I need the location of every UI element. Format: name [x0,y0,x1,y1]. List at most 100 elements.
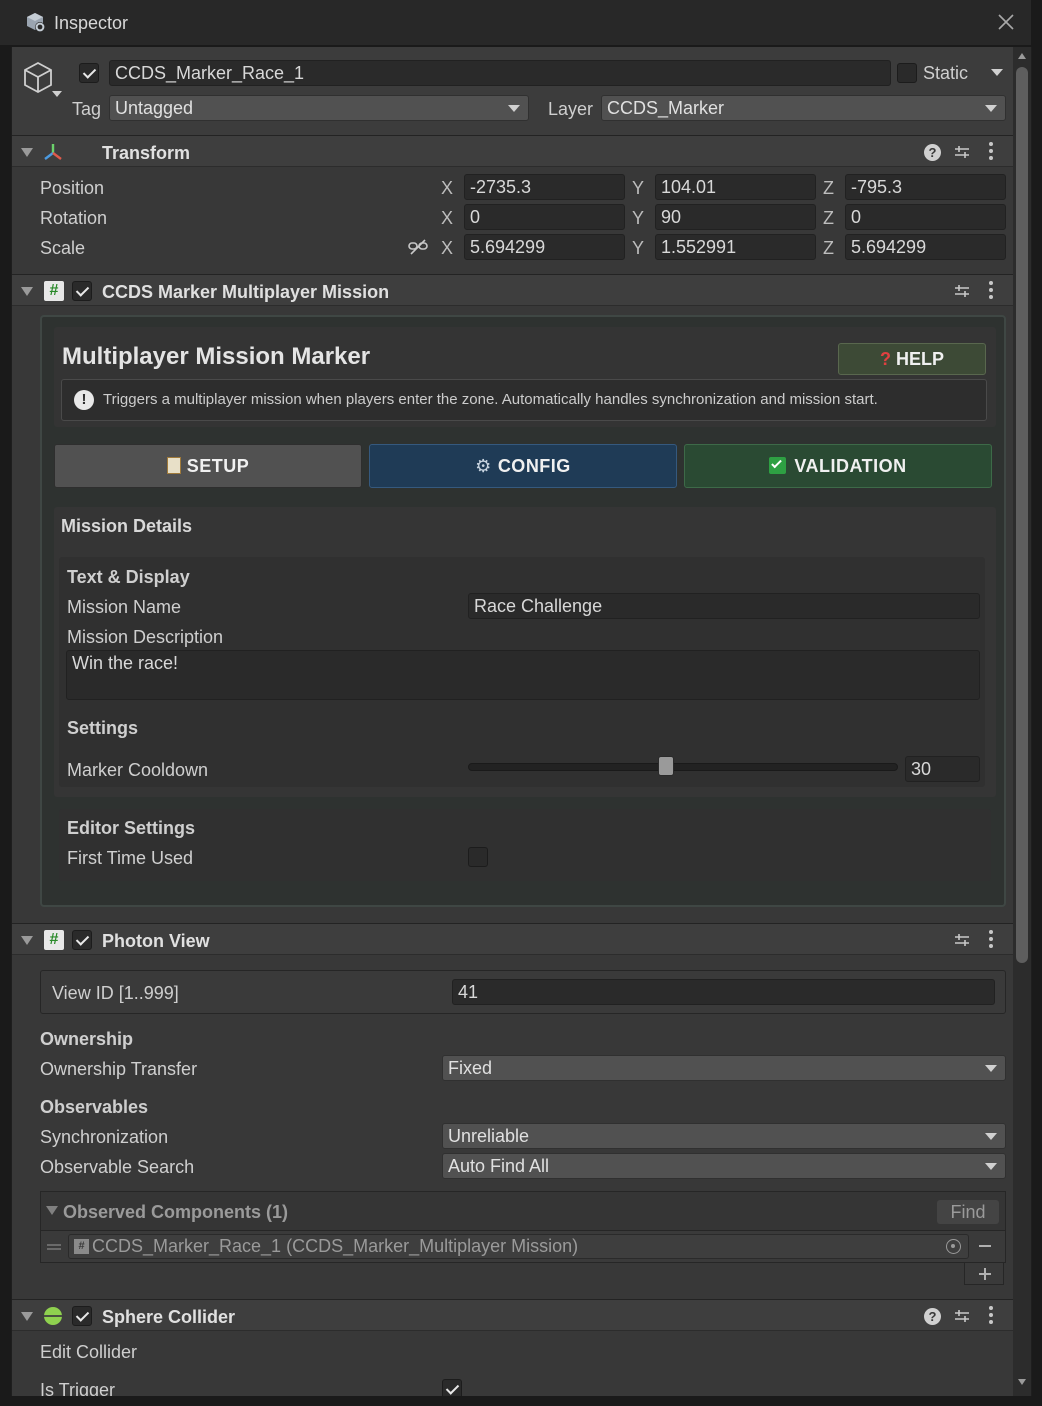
info-icon: ! [74,390,94,410]
tab-config[interactable]: ⚙ CONFIG [369,444,677,488]
presets-icon[interactable] [953,282,971,300]
foldout-arrow-icon[interactable] [46,1206,58,1215]
observed-components-header[interactable]: Observed Components (1) Find [40,1191,1006,1231]
more-options-icon[interactable] [989,281,993,302]
cooldown-slider-thumb[interactable] [657,756,674,776]
photon-view-header[interactable]: # Photon View [12,923,1031,955]
position-x-field[interactable]: -2735.3 [464,174,625,200]
marker-cooldown-label: Marker Cooldown [67,760,209,780]
synchronization-dropdown[interactable]: Unreliable [442,1123,1006,1149]
axis-x-label: X [441,178,454,198]
tab-validation[interactable]: VALIDATION [684,444,992,488]
presets-icon[interactable] [953,931,971,949]
editor-settings-section: Editor Settings First Time Used [59,809,991,881]
mission-component-header[interactable]: # CCDS Marker Multiplayer Mission [12,274,1031,306]
find-button[interactable]: Find [937,1200,999,1224]
axis-z-label: Z [823,208,834,228]
sphere-collider-title: Sphere Collider [102,1307,236,1327]
mission-panel-title: Multiplayer Mission Marker [62,343,371,370]
add-item-button[interactable] [964,1263,1004,1285]
foldout-arrow-icon[interactable] [21,936,33,945]
more-options-icon[interactable] [989,1306,993,1327]
photon-enabled-checkbox[interactable] [72,930,92,950]
info-message: ! Triggers a multiplayer mission when pl… [61,379,987,421]
checkmark-icon [769,457,787,474]
mission-details-title: Mission Details [61,516,193,536]
mission-description-textarea[interactable]: Win the race! [66,650,980,700]
more-options-icon[interactable] [989,142,993,163]
rotation-x-field[interactable]: 0 [464,204,625,230]
icon-dropdown-chevron-icon[interactable] [52,91,62,97]
mission-details-section: Mission Details Text & Display Mission N… [54,507,996,797]
sphere-enabled-checkbox[interactable] [72,1306,92,1326]
ownership-transfer-label: Ownership Transfer [40,1059,198,1079]
cooldown-value-field[interactable]: 30 [905,756,980,782]
info-message-text: Triggers a multiplayer mission when play… [103,391,878,408]
scroll-down-icon[interactable] [1018,1379,1026,1385]
is-trigger-label: Is Trigger [40,1380,116,1396]
observable-search-dropdown[interactable]: Auto Find All [442,1153,1006,1179]
scrollbar-track[interactable] [1013,47,1031,1396]
foldout-arrow-icon[interactable] [21,148,33,157]
object-picker-icon[interactable] [946,1239,961,1254]
more-options-icon[interactable] [989,930,993,951]
presets-icon[interactable] [953,1307,971,1325]
cooldown-slider-track[interactable] [468,763,898,771]
transform-icon [44,144,62,160]
transform-header[interactable]: Transform ? [12,135,1031,167]
object-active-checkbox[interactable] [79,63,99,83]
static-checkbox[interactable] [897,63,917,83]
constrain-proportions-icon[interactable] [408,238,428,256]
axis-y-label: Y [632,178,645,198]
inspector-icon [27,13,45,32]
static-dropdown-chevron-icon[interactable] [991,69,1003,76]
gear-icon: ⚙ [475,456,492,476]
tag-dropdown[interactable]: Untagged [109,95,529,121]
help-icon[interactable]: ? [924,144,941,161]
help-icon[interactable]: ? [924,1308,941,1325]
object-header: CCDS_Marker_Race_1 Static Tag Untagged L… [12,47,1031,135]
position-y-field[interactable]: 104.01 [655,174,816,200]
scrollbar-thumb[interactable] [1016,67,1028,963]
drag-handle-icon[interactable] [47,1244,61,1246]
rotation-y-field[interactable]: 90 [655,204,816,230]
foldout-arrow-icon[interactable] [21,1312,33,1321]
axis-x-label: X [441,238,454,258]
inspector-titlebar: Inspector [0,0,1031,46]
rotation-z-field[interactable]: 0 [845,204,1006,230]
gameobject-cube-icon[interactable] [22,60,56,98]
scale-y-field[interactable]: 1.552991 [655,234,816,260]
foldout-arrow-icon[interactable] [21,287,33,296]
position-z-field[interactable]: -795.3 [845,174,1006,200]
observed-components-list: # CCDS_Marker_Race_1 (CCDS_Marker_Multip… [40,1231,1006,1263]
tab-setup[interactable]: SETUP [54,444,362,488]
is-trigger-checkbox[interactable] [442,1379,462,1396]
rotation-label: Rotation [40,208,108,228]
text-display-title: Text & Display [67,567,190,587]
chevron-down-icon [985,1133,997,1140]
observed-item-field[interactable]: # CCDS_Marker_Race_1 (CCDS_Marker_Multip… [68,1234,969,1259]
layer-label: Layer [548,99,594,119]
remove-item-icon[interactable] [979,1245,991,1247]
chevron-down-icon [985,1163,997,1170]
close-icon[interactable] [997,13,1015,31]
mission-name-field[interactable]: Race Challenge [468,593,980,619]
presets-icon[interactable] [953,143,971,161]
scale-z-field[interactable]: 5.694299 [845,234,1006,260]
layer-dropdown[interactable]: CCDS_Marker [601,95,1006,121]
sphere-collider-header[interactable]: Sphere Collider ? [12,1299,1031,1331]
object-name-field[interactable]: CCDS_Marker_Race_1 [109,60,891,86]
photon-view-title: Photon View [102,931,210,951]
mission-component-title: CCDS Marker Multiplayer Mission [102,282,390,302]
transform-title: Transform [102,143,191,163]
view-id-field[interactable]: 41 [452,979,995,1005]
clipboard-icon [166,457,181,474]
scroll-up-icon[interactable] [1018,53,1026,59]
scale-x-field[interactable]: 5.694299 [464,234,625,260]
first-time-used-checkbox[interactable] [468,847,488,867]
help-button[interactable]: ? HELP [838,343,986,375]
position-label: Position [40,178,105,198]
observable-search-value: Auto Find All [448,1156,550,1176]
ownership-transfer-dropdown[interactable]: Fixed [442,1055,1006,1081]
mission-enabled-checkbox[interactable] [72,281,92,301]
